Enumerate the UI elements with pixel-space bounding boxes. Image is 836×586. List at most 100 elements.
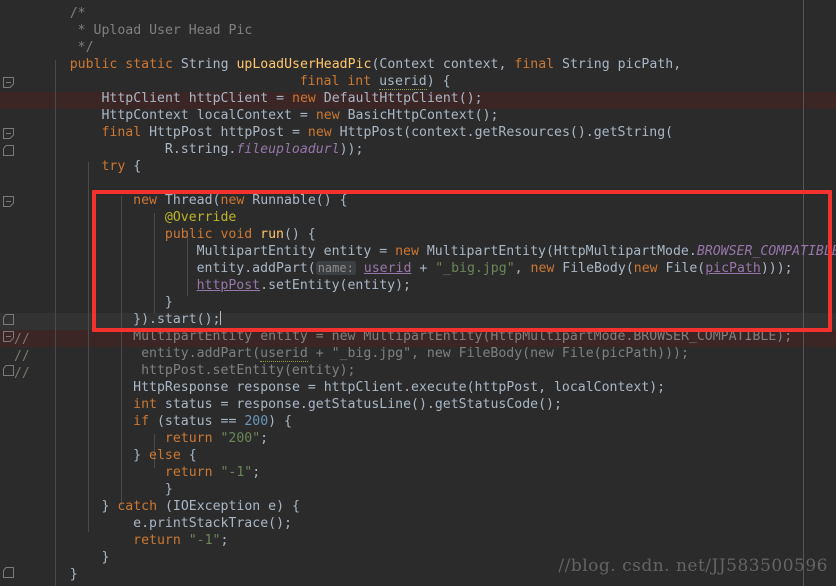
- code-token: }: [101, 499, 118, 514]
- code-token: }: [133, 448, 150, 463]
- code-token: }: [164, 482, 173, 497]
- code-token: (IOException e) {: [164, 499, 300, 514]
- code-token: public: [69, 57, 126, 72]
- code-line[interactable]: entity.addPart(name: userid + "_big.jpg"…: [197, 260, 793, 277]
- code-token: run: [260, 227, 284, 242]
- code-token: new: [292, 91, 324, 106]
- code-token: int: [133, 397, 165, 412]
- code-line[interactable]: R.string.fileuploadurl));: [165, 141, 364, 158]
- code-line[interactable]: }).start();: [133, 311, 221, 328]
- code-token: DefaultHttpClient: [323, 91, 459, 106]
- code-line[interactable]: int status = response.getStatusLine().ge…: [133, 396, 562, 413]
- code-line[interactable]: return "-1";: [165, 464, 260, 481]
- code-token: void: [220, 227, 261, 242]
- code-line[interactable]: if (status == 200) {: [133, 413, 292, 430]
- code-editor[interactable]: // // // /* * Upload User Head Pic */publi…: [0, 0, 836, 586]
- code-token: new: [315, 108, 348, 123]
- code-line[interactable]: MultipartEntity entity = new MultipartEn…: [133, 328, 792, 345]
- code-token: httpPost: [196, 278, 261, 293]
- code-line[interactable]: @Override: [165, 209, 236, 226]
- code-token: HttpClient httpClient =: [101, 91, 292, 106]
- code-token: .setEntity(entity);: [260, 278, 411, 293]
- code-token: )));: [760, 261, 793, 276]
- code-token: }).start();: [133, 312, 221, 327]
- code-line[interactable]: } catch (IOException e) {: [101, 498, 300, 515]
- code-token: ) {: [426, 74, 451, 89]
- code-line[interactable]: }: [70, 566, 78, 583]
- code-line[interactable]: httpPost.setEntity(entity);: [141, 362, 355, 379]
- code-line[interactable]: } else {: [133, 447, 197, 464]
- code-token: final: [514, 57, 563, 72]
- blog-watermark: //blog. csdn. net/JJ583500596: [558, 556, 828, 576]
- code-token: BROWSER_COMPATIBLE: [696, 244, 836, 259]
- code-token: "-1": [188, 533, 221, 548]
- code-token: /*: [69, 6, 86, 21]
- code-token: String: [180, 57, 229, 72]
- code-line[interactable]: httpPost.setEntity(entity);: [197, 277, 411, 294]
- code-line[interactable]: return "200";: [165, 430, 268, 447]
- code-token: status = response.getStatusLine().getSta…: [164, 397, 562, 412]
- code-line[interactable]: /*: [70, 5, 86, 22]
- code-token: "_big.jpg": [435, 261, 515, 276]
- code-token: HttpResponse response = httpClient.execu…: [133, 380, 666, 395]
- code-text-area[interactable]: /* * Upload User Head Pic */public static …: [0, 0, 836, 586]
- code-line[interactable]: HttpResponse response = httpClient.execu…: [133, 379, 665, 396]
- code-token: userid: [379, 74, 427, 90]
- code-token: MultipartEntity entity = new MultipartEn…: [133, 329, 793, 344]
- code-token: final: [299, 74, 348, 89]
- code-line[interactable]: HttpContext localContext = new BasicHttp…: [101, 107, 498, 124]
- code-line[interactable]: public void run() {: [165, 226, 316, 243]
- code-token: new: [633, 261, 666, 276]
- code-line[interactable]: try {: [101, 158, 141, 175]
- code-token: new: [307, 125, 340, 140]
- code-token: }: [164, 295, 173, 310]
- code-token: HttpPost httpPost =: [149, 125, 308, 140]
- code-line[interactable]: return "-1";: [133, 532, 228, 549]
- code-line[interactable]: public static String upLoadUserHeadPic(C…: [70, 56, 681, 73]
- code-token: {: [188, 448, 197, 463]
- code-token: new: [530, 261, 563, 276]
- code-line[interactable]: MultipartEntity entity = new MultipartEn…: [197, 243, 836, 260]
- code-token: e.printStackTrace();: [133, 516, 292, 531]
- code-token: }: [101, 550, 110, 565]
- code-line[interactable]: }: [165, 294, 173, 311]
- code-token: () {: [283, 227, 316, 242]
- code-token: R.string.: [164, 142, 237, 157]
- code-line[interactable]: final HttpPost httpPost = new HttpPost(c…: [101, 124, 673, 141]
- code-line[interactable]: new Thread(new Runnable() {: [133, 192, 347, 209]
- code-token: if: [133, 414, 157, 429]
- code-token: HttpPost(context.getResources().getStrin…: [339, 125, 674, 140]
- code-line[interactable]: HttpClient httpClient = new DefaultHttpC…: [101, 90, 482, 107]
- code-token: ;: [260, 431, 269, 446]
- code-token: ) {: [268, 414, 292, 429]
- code-token: try: [101, 159, 134, 174]
- code-token: 200: [244, 414, 269, 429]
- code-token: new: [220, 193, 253, 208]
- code-line[interactable]: entity.addPart(userid + "_big.jpg", new …: [141, 345, 689, 362]
- code-line[interactable]: e.printStackTrace();: [133, 515, 292, 532]
- code-token: userid: [260, 346, 308, 362]
- code-token: catch: [117, 499, 165, 514]
- code-token: ,: [673, 57, 682, 72]
- code-token: return: [164, 465, 221, 480]
- code-line[interactable]: * Upload User Head Pic: [78, 22, 253, 39]
- code-token: + "_big.jpg", new FileBody(new File(picP…: [307, 346, 689, 361]
- code-line[interactable]: */: [78, 39, 94, 56]
- code-token: ;: [252, 465, 261, 480]
- code-token: ,: [514, 261, 531, 276]
- code-token: * Upload User Head Pic: [77, 23, 253, 38]
- code-token: "-1": [220, 465, 253, 480]
- code-token: Thread(: [164, 193, 221, 208]
- code-token: Runnable() {: [252, 193, 348, 208]
- code-token: final: [101, 125, 150, 140]
- code-token: ();: [474, 108, 499, 123]
- code-line[interactable]: }: [165, 481, 173, 498]
- code-line[interactable]: }: [101, 549, 109, 566]
- code-token: File(: [665, 261, 706, 276]
- code-token: userid: [363, 261, 412, 276]
- code-token: entity.addPart(: [196, 261, 316, 276]
- code-token: "200": [220, 431, 261, 446]
- code-line[interactable]: final int userid) {: [300, 73, 451, 90]
- code-token: public: [164, 227, 221, 242]
